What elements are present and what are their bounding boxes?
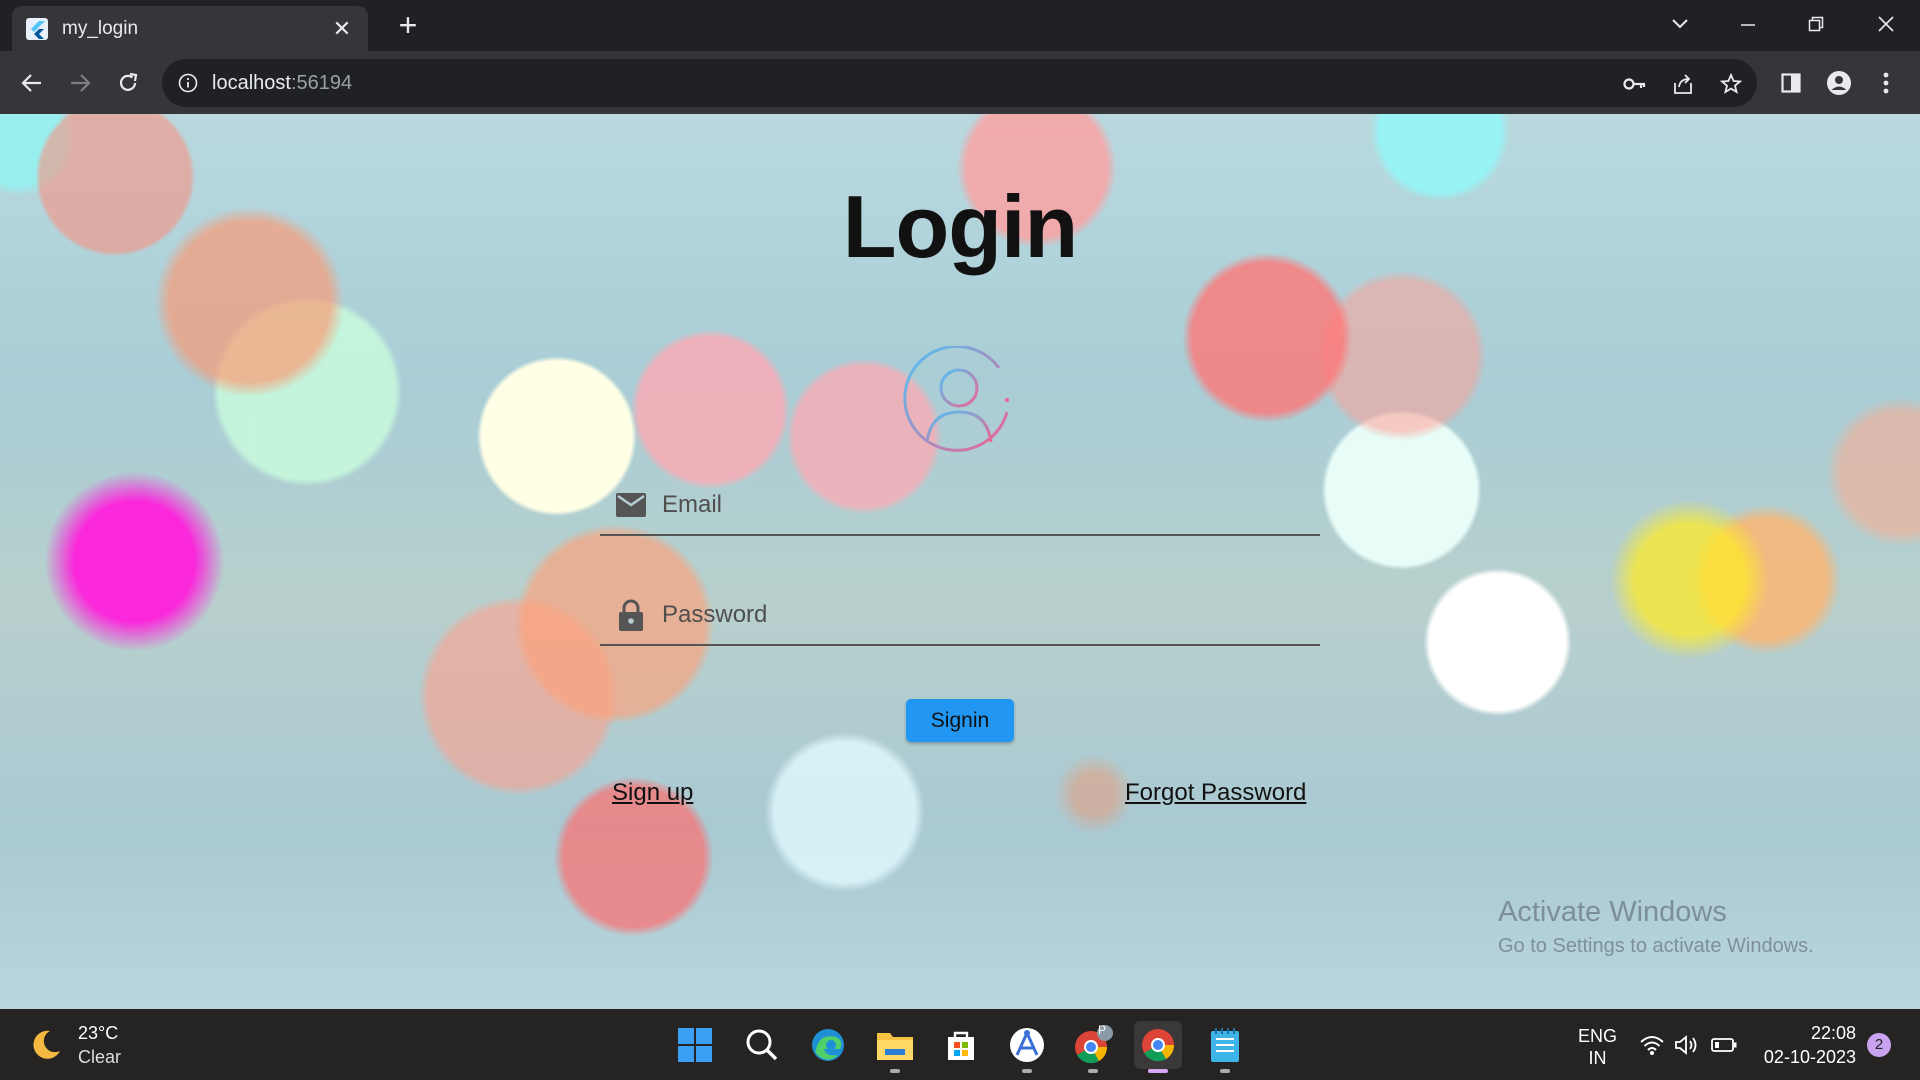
volume-icon[interactable] [1673,1031,1701,1059]
clock-time: 22:08 [1810,1023,1856,1043]
taskbar: 23°C Clear P ENG IN 22:08 02-10-2023 2 [0,1009,1920,1080]
tab-close-icon[interactable]: ✕ [330,16,354,42]
password-input[interactable] [662,601,1262,629]
chrome-active-icon[interactable] [1134,1021,1182,1073]
site-info-icon[interactable] [178,73,198,93]
signin-button[interactable]: Signin [906,699,1014,742]
url-host: localhost [212,71,291,94]
battery-icon[interactable] [1710,1031,1738,1059]
reload-icon[interactable] [108,63,148,103]
side-panel-icon[interactable] [1775,67,1807,99]
notepad-icon[interactable] [1201,1021,1249,1073]
running-indicator [1088,1069,1098,1073]
minimize-icon[interactable] [1728,6,1768,42]
profile-icon[interactable] [1823,67,1855,99]
forward-icon[interactable] [60,63,100,103]
lock-icon [614,598,648,632]
windows-activation-watermark: Activate Windows Go to Settings to activ… [1498,896,1814,958]
file-explorer-icon[interactable] [871,1021,919,1073]
flutter-icon [26,17,48,40]
key-icon[interactable] [1622,71,1648,97]
wifi-icon[interactable] [1638,1031,1666,1059]
language-indicator[interactable]: ENG IN [1578,1025,1617,1069]
email-input[interactable] [662,491,1262,519]
mail-icon [614,488,648,522]
windows-start-icon[interactable] [671,1021,719,1069]
search-icon[interactable] [738,1021,786,1069]
weather-widget[interactable]: 23°C Clear [28,1021,121,1069]
running-indicator [1220,1069,1230,1073]
page-title: Login [842,177,1078,276]
moon-icon [33,1030,60,1059]
weather-temperature: 23°C [78,1023,119,1043]
url-port: :56194 [290,71,353,94]
close-window-icon[interactable] [1866,6,1906,42]
email-field[interactable] [600,476,1320,536]
tab-title: my_login [62,17,139,39]
share-icon[interactable] [1670,71,1696,97]
chrome-profile-icon[interactable]: P [1069,1021,1117,1073]
tab-bar: my_login ✕ + [0,0,1920,51]
address-bar[interactable]: localhost:56194 [162,59,1757,107]
microsoft-store-icon[interactable] [937,1021,985,1069]
menu-kebab-icon[interactable] [1870,67,1902,99]
forgot-password-link[interactable]: Forgot Password [1125,779,1306,807]
browser-tab[interactable]: my_login ✕ [12,6,368,51]
region-code: IN [1588,1048,1607,1068]
restore-icon[interactable] [1796,6,1836,42]
system-clock[interactable]: 22:08 02-10-2023 [1760,1021,1856,1069]
active-indicator [1148,1069,1168,1073]
running-indicator [1022,1069,1032,1073]
watermark-title: Activate Windows [1498,896,1727,928]
back-icon[interactable] [12,63,52,103]
browser-toolbar: localhost:56194 [0,51,1920,114]
language-code: ENG [1578,1026,1618,1046]
login-page: Login Signin Sign up Forgot Password Act… [0,114,1920,1009]
running-indicator [890,1069,900,1073]
watermark-subtitle: Go to Settings to activate Windows. [1498,935,1814,957]
signup-link[interactable]: Sign up [612,779,693,807]
notification-badge[interactable]: 2 [1867,1033,1891,1057]
tab-search-icon[interactable] [1660,6,1700,42]
user-avatar-icon [903,346,1009,452]
weather-condition: Clear [78,1047,122,1067]
password-field[interactable] [600,586,1320,646]
app-icon[interactable] [1003,1021,1051,1073]
new-tab-button[interactable]: + [390,8,426,44]
bookmark-star-icon[interactable] [1718,71,1744,97]
profile-badge: P [1098,1023,1107,1037]
clock-date: 02-10-2023 [1763,1047,1856,1067]
edge-browser-icon[interactable] [804,1021,852,1069]
